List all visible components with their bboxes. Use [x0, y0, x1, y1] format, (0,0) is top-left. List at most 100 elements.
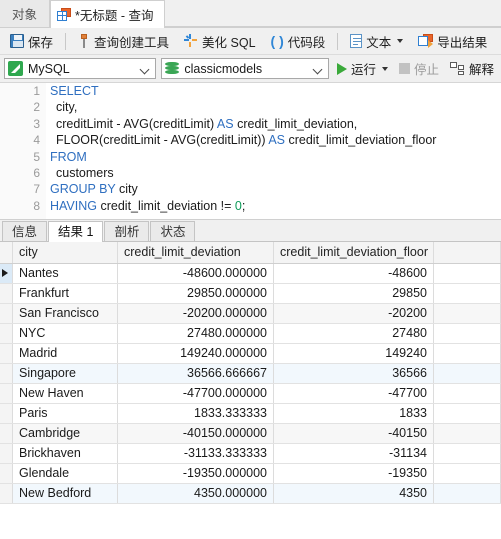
chevron-down-icon[interactable] [397, 39, 404, 43]
cell-city[interactable]: Paris [12, 403, 118, 424]
sql-editor[interactable]: 1 23 456 78 SELECT city, creditLimit - AVG(cr… [0, 83, 501, 220]
chevron-down-icon[interactable] [381, 66, 388, 71]
cell-credit-limit-deviation-floor[interactable]: -20200 [273, 303, 434, 324]
result-tab-2[interactable]: 剖析 [104, 221, 150, 241]
column-header-city[interactable]: city [12, 242, 118, 264]
cell-credit-limit-deviation[interactable]: -40150.000000 [117, 423, 274, 444]
cell-credit-limit-deviation-floor[interactable]: 4350 [273, 483, 434, 504]
cell-credit-limit-deviation[interactable]: 4350.000000 [117, 483, 274, 504]
table-row[interactable]: NYC 27480.000000 27480 [0, 323, 501, 344]
column-header-credit-limit-deviation-floor[interactable]: credit_limit_deviation_floor [273, 242, 434, 264]
cell-credit-limit-deviation-floor[interactable]: -48600 [273, 263, 434, 284]
tab-query[interactable]: *无标题 - 查询 [50, 0, 165, 28]
cell-credit-limit-deviation[interactable]: -20200.000000 [117, 303, 274, 324]
row-indicator-cell[interactable] [0, 283, 13, 304]
save-button[interactable]: 保存 [3, 30, 60, 52]
table-row[interactable]: Nantes -48600.000000 -48600 [0, 263, 501, 284]
result-tab-3[interactable]: 状态 [150, 221, 196, 241]
cell-credit-limit-deviation-floor[interactable]: -31134 [273, 443, 434, 464]
row-indicator-cell[interactable] [0, 383, 13, 404]
cell-credit-limit-deviation-floor[interactable]: -19350 [273, 463, 434, 484]
row-indicator-cell[interactable] [0, 303, 13, 324]
cell-credit-limit-deviation[interactable]: 27480.000000 [117, 323, 274, 344]
cell-credit-limit-deviation[interactable]: -47700.000000 [117, 383, 274, 404]
row-indicator-cell[interactable] [0, 483, 13, 504]
cell-city[interactable]: San Francisco [12, 303, 118, 324]
cell-city[interactable]: Cambridge [12, 423, 118, 444]
cell-credit-limit-deviation[interactable]: 29850.000000 [117, 283, 274, 304]
sql-line[interactable]: GROUP BY city [50, 181, 501, 197]
cell-credit-limit-deviation[interactable]: 149240.000000 [117, 343, 274, 364]
row-indicator-cell[interactable] [0, 343, 13, 364]
sql-line[interactable]: creditLimit - AVG(creditLimit) AS credit… [50, 116, 501, 132]
cell-city[interactable]: New Bedford [12, 483, 118, 504]
cell-credit-limit-deviation-floor[interactable]: 1833 [273, 403, 434, 424]
cell-city[interactable]: Singapore [12, 363, 118, 384]
export-result-button[interactable]: 导出结果 [411, 30, 494, 52]
result-grid[interactable]: city credit_limit_deviation credit_limit… [0, 242, 501, 539]
cell-filler [433, 323, 501, 344]
cell-credit-limit-deviation-floor[interactable]: 29850 [273, 283, 434, 304]
table-row[interactable]: Brickhaven -31133.333333 -31134 [0, 443, 501, 464]
database-select[interactable]: classicmodels [161, 58, 329, 79]
cell-city[interactable]: NYC [12, 323, 118, 344]
explain-button[interactable]: 解释 [447, 58, 497, 80]
cell-filler [433, 383, 501, 404]
table-row[interactable]: New Haven -47700.000000 -47700 [0, 383, 501, 404]
tab-object[interactable]: 对象 [0, 0, 51, 27]
explain-label: 解释 [468, 63, 494, 77]
chevron-down-icon[interactable] [314, 64, 323, 73]
sql-code-area[interactable]: SELECT city, creditLimit - AVG(creditLimit… [50, 83, 501, 219]
beautify-sql-button[interactable]: 美化 SQL [177, 30, 263, 52]
sql-line[interactable]: city, [50, 99, 501, 115]
sql-line[interactable]: HAVING credit_limit_deviation != 0; [50, 198, 501, 214]
cell-city[interactable]: Brickhaven [12, 443, 118, 464]
table-row[interactable]: Frankfurt 29850.000000 29850 [0, 283, 501, 304]
code-snippet-button[interactable]: ( ) 代码段 [264, 30, 333, 52]
cell-city[interactable]: Glendale [12, 463, 118, 484]
cell-city[interactable]: Madrid [12, 343, 118, 364]
cell-credit-limit-deviation[interactable]: -31133.333333 [117, 443, 274, 464]
query-builder-button[interactable]: 查询创建工具 [71, 30, 176, 52]
table-row[interactable]: Singapore 36566.666667 36566 [0, 363, 501, 384]
cell-credit-limit-deviation-floor[interactable]: 149240 [273, 343, 434, 364]
table-row[interactable]: New Bedford 4350.000000 4350 [0, 483, 501, 504]
sql-line[interactable]: FLOOR(creditLimit - AVG(creditLimit)) AS… [50, 132, 501, 148]
run-button[interactable]: 运行 [334, 58, 391, 80]
connection-select[interactable]: MySQL [4, 58, 157, 79]
row-indicator-cell[interactable] [0, 403, 13, 424]
cell-credit-limit-deviation[interactable]: 1833.333333 [117, 403, 274, 424]
row-indicator-cell[interactable] [0, 463, 13, 484]
cell-city[interactable]: Nantes [12, 263, 118, 284]
sql-line[interactable]: FROM [50, 149, 501, 165]
cell-credit-limit-deviation-floor[interactable]: -40150 [273, 423, 434, 444]
cell-credit-limit-deviation-floor[interactable]: 27480 [273, 323, 434, 344]
cell-credit-limit-deviation[interactable]: -19350.000000 [117, 463, 274, 484]
cell-credit-limit-deviation[interactable]: -48600.000000 [117, 263, 274, 284]
table-row[interactable]: Cambridge -40150.000000 -40150 [0, 423, 501, 444]
cell-credit-limit-deviation-floor[interactable]: 36566 [273, 363, 434, 384]
result-tab-1[interactable]: 结果 1 [48, 221, 104, 242]
table-row[interactable]: Glendale -19350.000000 -19350 [0, 463, 501, 484]
row-indicator-cell[interactable] [0, 263, 13, 284]
chevron-down-icon[interactable] [141, 64, 150, 73]
line-number: 8 [33, 198, 40, 213]
cell-filler [433, 483, 501, 504]
text-view-button[interactable]: 文本 [343, 30, 410, 52]
row-indicator-cell[interactable] [0, 363, 13, 384]
cell-city[interactable]: Frankfurt [12, 283, 118, 304]
result-tab-0[interactable]: 信息 [2, 221, 48, 241]
sql-line[interactable]: SELECT [50, 83, 501, 99]
row-indicator-cell[interactable] [0, 323, 13, 344]
sql-line[interactable]: customers [50, 165, 501, 181]
table-row[interactable]: Paris 1833.333333 1833 [0, 403, 501, 424]
column-header-credit-limit-deviation[interactable]: credit_limit_deviation [117, 242, 274, 264]
table-row[interactable]: San Francisco -20200.000000 -20200 [0, 303, 501, 324]
cell-credit-limit-deviation-floor[interactable]: -47700 [273, 383, 434, 404]
save-label: 保存 [28, 35, 54, 50]
row-indicator-cell[interactable] [0, 423, 13, 444]
row-indicator-cell[interactable] [0, 443, 13, 464]
cell-city[interactable]: New Haven [12, 383, 118, 404]
table-row[interactable]: Madrid 149240.000000 149240 [0, 343, 501, 364]
cell-credit-limit-deviation[interactable]: 36566.666667 [117, 363, 274, 384]
